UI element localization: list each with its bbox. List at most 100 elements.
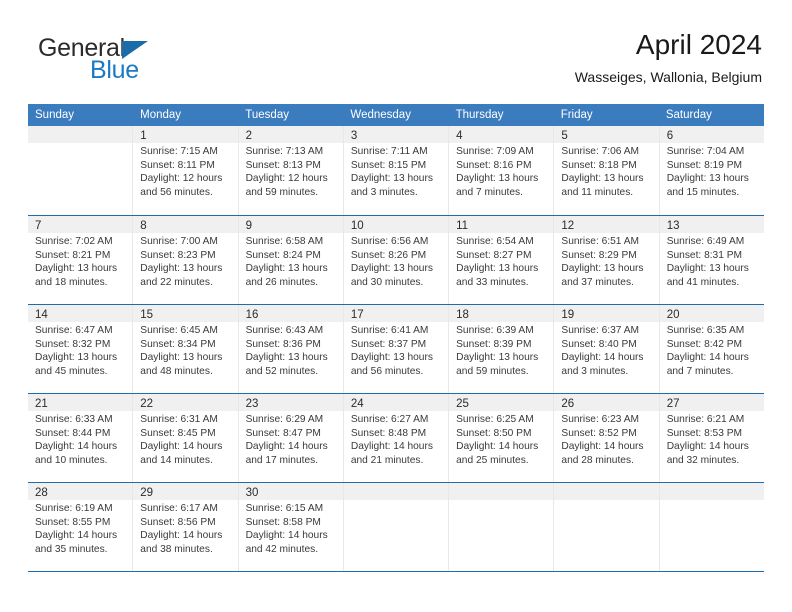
day-info-line: Sunset: 8:55 PM: [35, 516, 111, 528]
calendar-day-cell[interactable]: 6 Sunrise: 7:04 AM Sunset: 8:19 PM Daylight…: [658, 126, 764, 215]
calendar-day-cell[interactable]: 7 Sunrise: 7:02 AM Sunset: 8:21 PM Daylight…: [28, 216, 133, 304]
day-number-band: 2: [238, 126, 343, 143]
day-number-band: [659, 483, 764, 500]
calendar-day-cell[interactable]: 29 Sunrise: 6:17 AM Sunset: 8:56 PM Dayligh…: [132, 483, 238, 571]
calendar-day-cell[interactable]: 18 Sunrise: 6:39 AM Sunset: 8:39 PM Dayligh…: [448, 305, 554, 393]
day-info-line: Sunset: 8:47 PM: [245, 427, 321, 439]
day-number: 3: [350, 130, 358, 142]
day-number: 25: [456, 398, 469, 410]
calendar-day-cell[interactable]: 8 Sunrise: 7:00 AM Sunset: 8:23 PM Daylight…: [132, 216, 238, 304]
day-info-line: and 56 minutes.: [350, 365, 424, 377]
day-sun-info: Sunrise: 6:41 AM Sunset: 8:37 PM Daylight:…: [344, 322, 448, 378]
day-info-line: Daylight: 13 hours: [245, 352, 328, 364]
calendar-day-cell[interactable]: 25 Sunrise: 6:25 AM Sunset: 8:50 PM Dayligh…: [448, 394, 554, 482]
day-number-band: 1: [133, 126, 238, 143]
day-info-line: and 59 minutes.: [245, 186, 319, 198]
calendar-day-cell[interactable]: 10 Sunrise: 6:56 AM Sunset: 8:26 PM Dayligh…: [342, 216, 449, 304]
day-number-band: 13: [659, 216, 764, 233]
calendar-day-cell[interactable]: 22 Sunrise: 6:31 AM Sunset: 8:45 PM Dayligh…: [132, 394, 238, 482]
day-info-line: Daylight: 14 hours: [666, 441, 749, 453]
day-info-line: Sunrise: 7:06 AM: [561, 146, 639, 157]
day-info-line: Sunset: 8:37 PM: [350, 338, 427, 350]
page-subtitle: Wasseiges, Wallonia, Belgium: [574, 69, 762, 85]
calendar-day-cell[interactable]: 11 Sunrise: 6:54 AM Sunset: 8:27 PM Dayligh…: [448, 216, 554, 304]
day-info-line: Sunset: 8:11 PM: [140, 159, 215, 171]
day-number-band: 16: [238, 305, 343, 322]
day-number: 8: [140, 220, 147, 232]
calendar-day-cell[interactable]: 3 Sunrise: 7:11 AM Sunset: 8:15 PM Daylight…: [342, 126, 449, 215]
calendar-week-row: 1 Sunrise: 7:15 AM Sunset: 8:11 PM Daylight…: [28, 126, 764, 215]
day-info-line: Daylight: 13 hours: [666, 173, 749, 185]
day-number: 18: [456, 309, 469, 321]
day-info-line: and 30 minutes.: [350, 276, 424, 288]
day-sun-info: Sunrise: 6:33 AM Sunset: 8:44 PM Daylight:…: [28, 411, 132, 467]
day-info-line: Daylight: 14 hours: [350, 441, 433, 453]
calendar-day-cell[interactable]: 17 Sunrise: 6:41 AM Sunset: 8:37 PM Dayligh…: [342, 305, 449, 393]
day-number: 12: [561, 220, 575, 232]
day-info-line: Sunset: 8:18 PM: [561, 159, 637, 171]
day-info-line: Sunrise: 6:15 AM: [245, 503, 324, 514]
calendar-day-cell[interactable]: 15 Sunrise: 6:45 AM Sunset: 8:34 PM Dayligh…: [132, 305, 238, 393]
day-info-line: and 14 minutes.: [140, 454, 213, 466]
calendar-day-cell[interactable]: 20 Sunrise: 6:35 AM Sunset: 8:42 PM Dayligh…: [658, 305, 764, 393]
day-sun-info: Sunrise: 7:09 AM Sunset: 8:16 PM Daylight:…: [449, 143, 553, 199]
day-info-line: Sunset: 8:26 PM: [350, 249, 427, 261]
day-info-line: Sunset: 8:31 PM: [666, 249, 743, 261]
calendar-day-cell[interactable]: 24 Sunrise: 6:27 AM Sunset: 8:48 PM Dayligh…: [342, 394, 449, 482]
day-info-line: and 21 minutes.: [350, 454, 424, 466]
day-info-line: and 33 minutes.: [456, 276, 529, 288]
calendar-day-cell[interactable]: 16 Sunrise: 6:43 AM Sunset: 8:36 PM Dayligh…: [237, 305, 343, 393]
calendar-day-cell[interactable]: 13 Sunrise: 6:49 AM Sunset: 8:31 PM Dayligh…: [658, 216, 764, 304]
title-block: April 2024 Wasseiges, Wallonia, Belgium: [575, 28, 762, 88]
calendar-day-cell[interactable]: 5 Sunrise: 7:06 AM Sunset: 8:18 PM Daylight…: [553, 126, 659, 215]
day-info-line: Sunrise: 6:58 AM: [245, 236, 324, 247]
day-info-line: and 26 minutes.: [245, 276, 319, 288]
day-info-line: Sunset: 8:32 PM: [35, 338, 111, 350]
day-info-line: Daylight: 13 hours: [666, 263, 749, 275]
day-info-line: Sunrise: 7:02 AM: [35, 236, 113, 247]
day-sun-info: Sunrise: 6:54 AM Sunset: 8:27 PM Daylight:…: [449, 233, 553, 289]
day-info-line: and 48 minutes.: [140, 365, 213, 377]
calendar-day-cell[interactable]: 2 Sunrise: 7:13 AM Sunset: 8:13 PM Daylight…: [237, 126, 343, 215]
calendar-day-cell[interactable]: 12 Sunrise: 6:51 AM Sunset: 8:29 PM Dayligh…: [553, 216, 659, 304]
page-title: April 2024: [635, 29, 762, 60]
day-sun-info: [660, 500, 764, 502]
calendar-day-cell[interactable]: 14 Sunrise: 6:47 AM Sunset: 8:32 PM Dayligh…: [28, 305, 133, 393]
calendar-day-cell[interactable]: 1 Sunrise: 7:15 AM Sunset: 8:11 PM Daylight…: [132, 126, 238, 215]
day-info-line: and 35 minutes.: [35, 543, 108, 555]
weekday-header-friday: Friday: [560, 109, 593, 121]
day-sun-info: [28, 143, 132, 145]
day-number-band: 26: [554, 394, 659, 411]
day-number: 2: [245, 130, 252, 142]
calendar-day-cell[interactable]: 23 Sunrise: 6:29 AM Sunset: 8:47 PM Dayligh…: [237, 394, 343, 482]
general-blue-logo: General Blue: [30, 34, 260, 94]
day-info-line: Daylight: 13 hours: [35, 263, 118, 275]
day-number: 13: [666, 220, 680, 232]
day-info-line: Sunset: 8:53 PM: [666, 427, 743, 439]
calendar-day-cell[interactable]: 30 Sunrise: 6:15 AM Sunset: 8:58 PM Dayligh…: [237, 483, 343, 571]
day-info-line: Sunrise: 6:25 AM: [456, 414, 534, 425]
calendar-day-cell[interactable]: 28 Sunrise: 6:19 AM Sunset: 8:55 PM Dayligh…: [28, 483, 133, 571]
day-info-line: Sunrise: 7:13 AM: [245, 146, 324, 157]
day-info-line: and 10 minutes.: [35, 454, 108, 466]
calendar-day-cell[interactable]: 27 Sunrise: 6:21 AM Sunset: 8:53 PM Dayligh…: [658, 394, 764, 482]
weekday-header-tuesday: Tuesday: [245, 109, 289, 121]
day-number-band: [449, 483, 554, 500]
day-sun-info: Sunrise: 7:02 AM Sunset: 8:21 PM Daylight:…: [28, 233, 132, 289]
day-info-line: Daylight: 13 hours: [350, 352, 433, 364]
day-number: 20: [666, 309, 680, 321]
day-number-band: 24: [343, 394, 449, 411]
day-sun-info: Sunrise: 6:23 AM Sunset: 8:52 PM Daylight:…: [554, 411, 658, 467]
calendar-page: General Blue April 2024 Wasseiges, Wallo…: [0, 0, 792, 612]
day-info-line: Daylight: 14 hours: [561, 352, 644, 364]
calendar-day-cell[interactable]: 9 Sunrise: 6:58 AM Sunset: 8:24 PM Daylight…: [237, 216, 343, 304]
calendar-day-cell-empty: [28, 126, 133, 215]
day-info-line: Sunrise: 6:31 AM: [140, 414, 218, 425]
calendar-day-cell[interactable]: 26 Sunrise: 6:23 AM Sunset: 8:52 PM Dayligh…: [553, 394, 659, 482]
calendar-day-cell[interactable]: 21 Sunrise: 6:33 AM Sunset: 8:44 PM Dayligh…: [28, 394, 133, 482]
day-info-line: Sunset: 8:48 PM: [350, 427, 427, 439]
day-number: 11: [456, 220, 469, 232]
calendar-day-cell[interactable]: 19 Sunrise: 6:37 AM Sunset: 8:40 PM Dayligh…: [553, 305, 659, 393]
calendar-day-cell[interactable]: 4 Sunrise: 7:09 AM Sunset: 8:16 PM Daylight…: [448, 126, 554, 215]
day-number-band: 9: [238, 216, 343, 233]
